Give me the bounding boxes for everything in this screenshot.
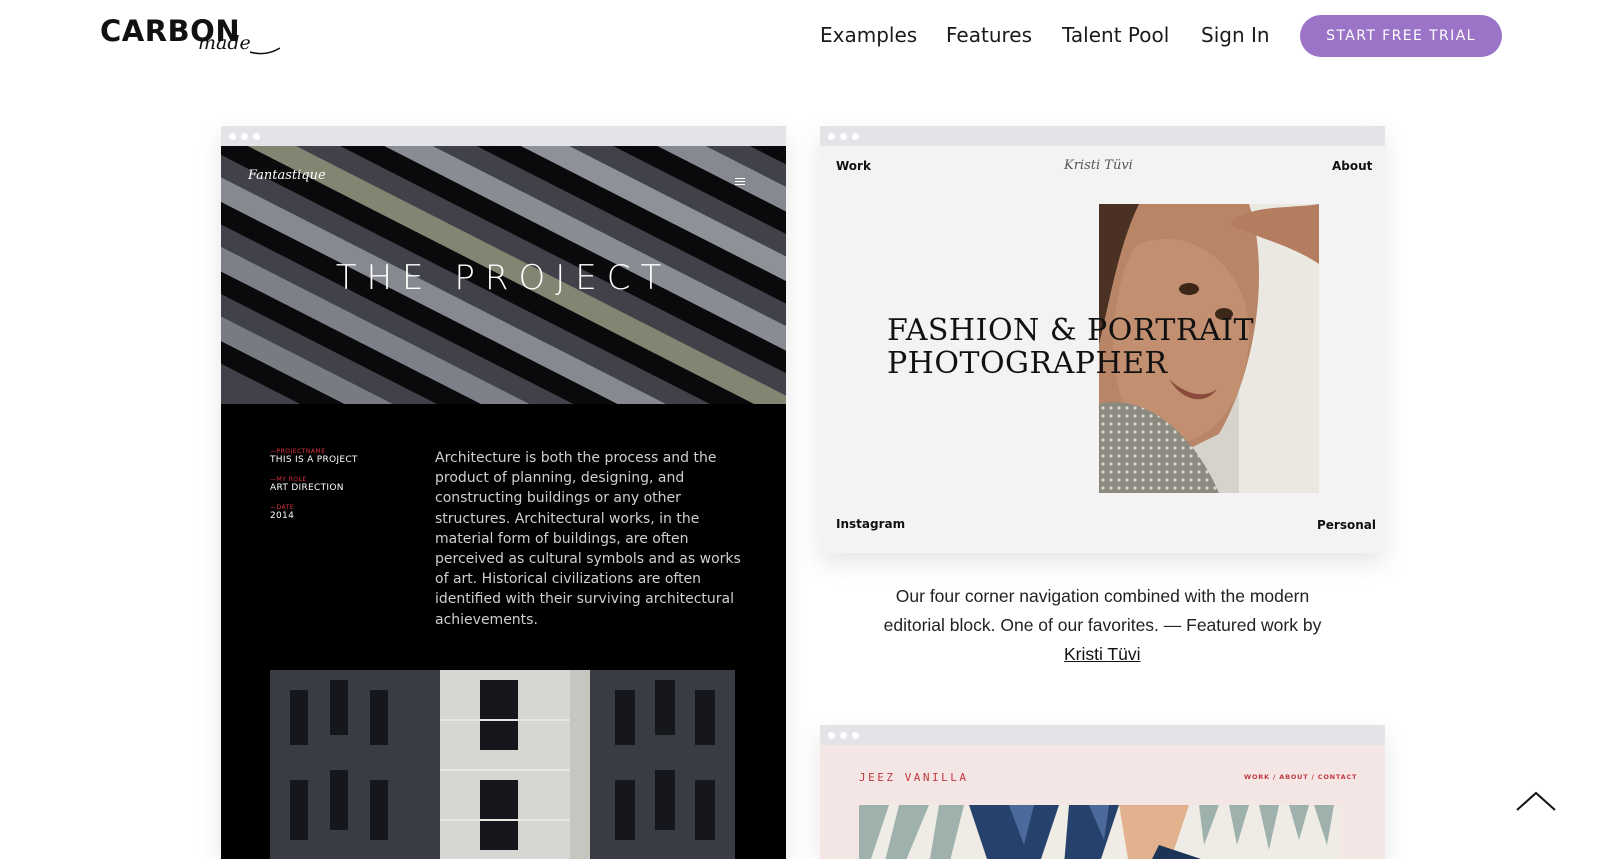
nav-examples[interactable]: Examples <box>820 20 917 50</box>
window-dot-icon <box>840 133 847 140</box>
featured-work-link[interactable]: Kristi Tüvi <box>1064 640 1141 669</box>
corner-nav-instagram: Instagram <box>836 517 906 531</box>
nav-features[interactable]: Features <box>946 20 1032 50</box>
project-description: Architecture is both the process and the… <box>435 450 741 628</box>
headline: FASHION & PORTRAIT PHOTOGRAPHER <box>887 314 1267 380</box>
window-dot-icon <box>852 133 859 140</box>
logo-script: made <box>198 32 251 54</box>
meta-label: —MY ROLE <box>270 476 307 483</box>
window-dot-icon <box>840 732 847 739</box>
carbonmade-logo[interactable]: CARBON made <box>100 14 280 55</box>
chevron-up-icon[interactable] <box>1514 789 1558 813</box>
meta-role: —MY ROLE ART DIRECTION <box>270 476 344 494</box>
meta-value: THIS IS A PROJECT <box>270 455 358 465</box>
headline-line-2: PHOTOGRAPHER <box>887 346 1168 381</box>
fantastique-logo: Fantastique <box>248 168 326 183</box>
botanical-artwork-image <box>859 805 1342 859</box>
corner-nav-personal: Personal <box>1317 518 1376 532</box>
signature-script: Kristi Tüvi <box>1064 158 1133 173</box>
showcase-frame-kristi-tuvi[interactable]: Work Kristi Tüvi About FASHION & PORTRAI… <box>820 126 1385 553</box>
hero-image-architecture: Fantastique THE PROJECT <box>221 146 786 404</box>
meta-label: —PROJECTNAME <box>270 448 326 455</box>
corner-nav-work: Work <box>836 159 871 173</box>
hamburger-menu-icon <box>735 178 745 187</box>
meta-date: —DATE 2014 <box>270 504 294 522</box>
headline-line-1: FASHION & PORTRAIT <box>887 313 1255 348</box>
start-free-trial-button[interactable]: START FREE TRIAL <box>1300 15 1502 57</box>
jeez-vanilla-logo: JEEZ VANILLA <box>859 771 969 784</box>
building-facade-image <box>270 670 735 859</box>
project-title: THE PROJECT <box>335 258 672 298</box>
window-dot-icon <box>241 133 248 140</box>
meta-label: —DATE <box>270 504 295 511</box>
showcase-frame-fantastique[interactable]: Fantastique THE PROJECT —PROJECTNAME THI… <box>221 126 786 859</box>
corner-nav-about: About <box>1332 159 1373 173</box>
browser-bar <box>820 126 1385 146</box>
jeez-vanilla-nav: WORK / ABOUT / CONTACT <box>1244 773 1358 781</box>
browser-bar <box>221 126 786 146</box>
window-dot-icon <box>229 133 236 140</box>
meta-value: 2014 <box>270 511 295 521</box>
nav-talent-pool[interactable]: Talent Pool <box>1062 20 1169 50</box>
meta-project-name: —PROJECTNAME THIS IS A PROJECT <box>270 448 358 466</box>
showcase-caption: Our four corner navigation combined with… <box>883 586 1322 635</box>
window-dot-icon <box>253 133 260 140</box>
showcase-frame-jeez-vanilla[interactable]: JEEZ VANILLA WORK / ABOUT / CONTACT <box>820 725 1385 859</box>
logo-swoosh-icon <box>250 47 280 55</box>
window-dot-icon <box>828 732 835 739</box>
meta-value: ART DIRECTION <box>270 483 344 493</box>
window-dot-icon <box>828 133 835 140</box>
browser-bar <box>820 725 1385 745</box>
window-dot-icon <box>852 732 859 739</box>
nav-sign-in[interactable]: Sign In <box>1201 20 1270 50</box>
